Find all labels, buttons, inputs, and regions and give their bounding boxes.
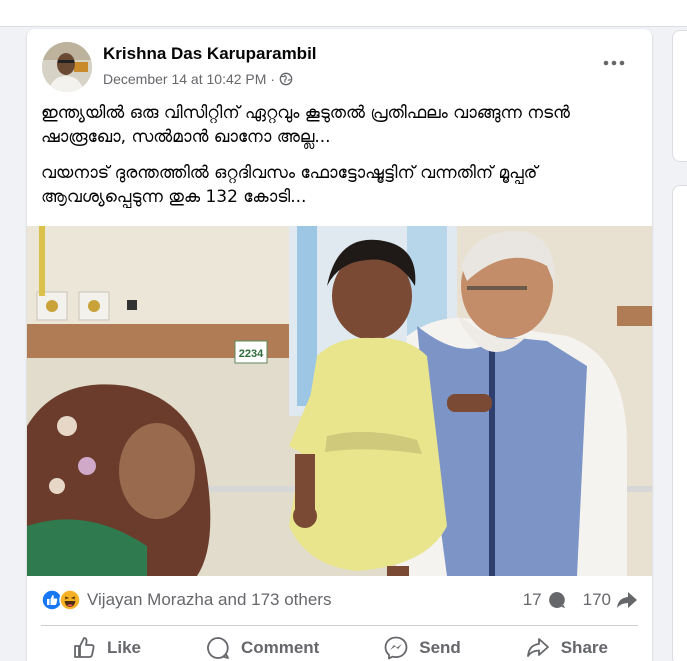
send-label: Send (419, 638, 461, 657)
like-label: Like (107, 638, 142, 657)
author-avatar[interactable] (42, 42, 92, 92)
comment-button[interactable]: Comment (175, 635, 349, 661)
reactions-row: Vijayan Morazha and 173 others 17 170 (41, 585, 638, 615)
send-button[interactable]: Send (353, 635, 491, 661)
engagement-counts: 17 170 (523, 590, 638, 610)
post-text-line: ഇന്ത്യയിൽ ഒരു വിസിറ്റിന് ഏറ്റവും കൂടുതൽ … (41, 103, 570, 147)
previous-post-card (0, 0, 687, 27)
post-meta: December 14 at 10:42 PM · (103, 71, 293, 87)
side-card (672, 30, 687, 162)
share-label: Share (560, 638, 608, 657)
messenger-icon (384, 636, 408, 660)
like-button[interactable]: Like (41, 635, 171, 661)
side-card (672, 185, 687, 661)
post-card: Krishna Das Karuparambil December 14 at … (27, 29, 652, 661)
reactions-summary[interactable]: Vijayan Morazha and 173 others (41, 589, 331, 611)
shares-count[interactable]: 170 (583, 590, 638, 610)
comment-icon (207, 637, 229, 659)
comment-label: Comment (240, 638, 320, 657)
share-button[interactable]: Share (495, 635, 638, 661)
globe-icon[interactable] (279, 72, 293, 86)
haha-reaction-icon (59, 589, 81, 611)
room-number: 2234 (239, 348, 264, 360)
post-text: ഇന്ത്യയിൽ ഒരു വിസിറ്റിന് ഏറ്റവും കൂടുതൽ … (41, 101, 641, 221)
like-icon (74, 637, 95, 658)
more-options-icon[interactable] (599, 51, 629, 75)
comments-count[interactable]: 17 (523, 590, 567, 610)
post-text-line: വയനാട് ദുരന്തത്തിൽ ഒറ്റദിവസം ഫോട്ടോഷൂട്ട… (41, 163, 538, 207)
meta-separator: · (270, 71, 276, 87)
reaction-icons (41, 589, 81, 611)
post-actions: Like Comment Send Share (41, 629, 638, 661)
divider (41, 625, 638, 626)
comment-bubble-icon (548, 592, 565, 608)
reactions-summary-text: Vijayan Morazha and 173 others (87, 590, 332, 609)
share-arrow-icon (617, 592, 637, 608)
shares-count-value: 170 (582, 590, 611, 609)
share-icon (526, 638, 549, 657)
comments-count-value: 17 (522, 590, 542, 609)
post-timestamp[interactable]: December 14 at 10:42 PM (103, 71, 266, 87)
author-name[interactable]: Krishna Das Karuparambil (103, 44, 317, 64)
post-photo[interactable]: 2234 (27, 226, 652, 576)
